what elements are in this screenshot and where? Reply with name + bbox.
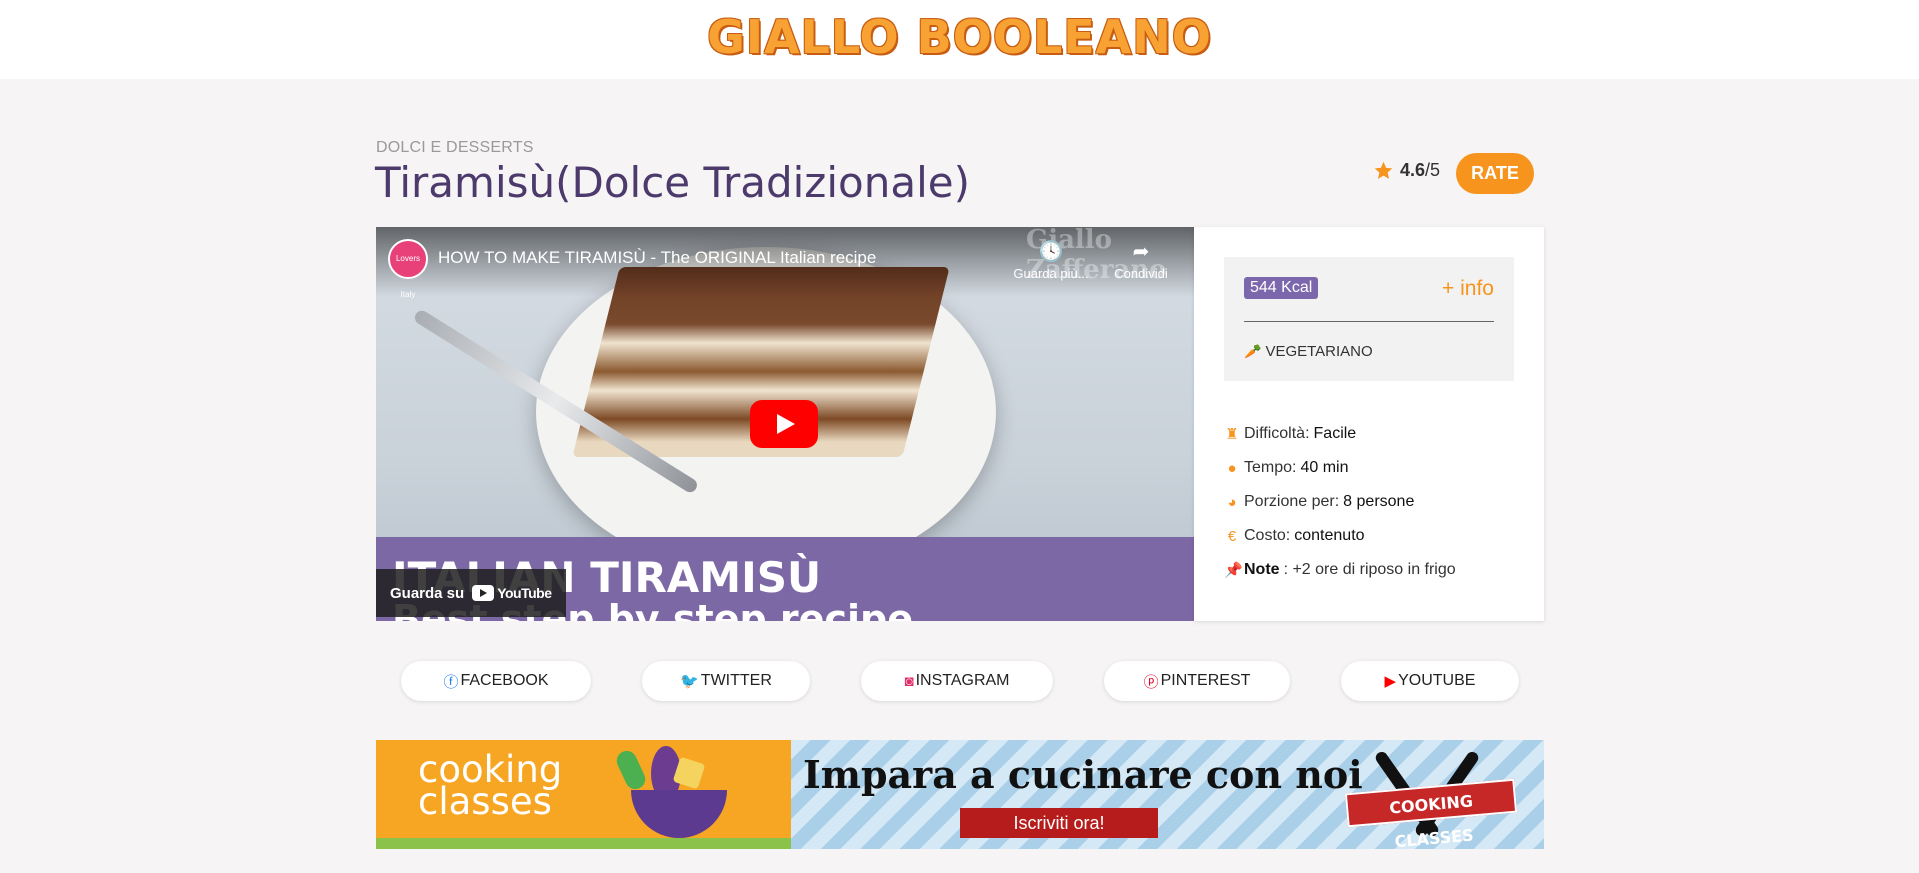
detail-difficulty: ♜ Difficoltà: Facile (1225, 425, 1357, 443)
watch-later-button[interactable]: 🕓 Guarda più... (1006, 239, 1096, 281)
subscribe-button[interactable]: Iscriviti ora! (960, 808, 1158, 838)
cooking-classes-ad-banner[interactable]: cooking classes Impara a cucinare con no… (376, 740, 1544, 849)
ad-brand-panel: cooking classes (376, 740, 791, 849)
pin-icon: 📌 (1224, 562, 1243, 579)
share-icon: ➦ (1132, 241, 1150, 263)
youtube-button[interactable]: ▶ YOUTUBE (1341, 661, 1519, 701)
ad-main-panel: Impara a cucinare con noi Iscriviti ora!… (791, 740, 1544, 849)
rating-display: 4.6/5 (1373, 160, 1440, 181)
watch-on-youtube-button[interactable]: Guarda su YouTube (376, 569, 566, 617)
instagram-button[interactable]: ◙ INSTAGRAM (861, 661, 1053, 701)
video-title[interactable]: HOW TO MAKE TIRAMISÙ - The ORIGINAL Ital… (438, 248, 876, 268)
pie-chart-icon: ◕ (1227, 493, 1237, 511)
star-icon (1374, 161, 1393, 179)
detail-cost: € Costo: contenuto (1224, 519, 1456, 553)
pinterest-icon: ⓟ (1143, 673, 1159, 691)
youtube-video-player[interactable]: Giallo Zafferano Lovers Italy HOW TO MAK… (376, 227, 1194, 621)
euro-icon: € (1227, 527, 1237, 545)
divider (1244, 321, 1494, 322)
channel-avatar[interactable]: Lovers Italy (388, 239, 428, 299)
kcal-badge: 544 Kcal (1244, 277, 1319, 299)
rating-value: 4.6 (1400, 160, 1426, 180)
clock-icon: 🕓 (1038, 241, 1064, 263)
recipe-category[interactable]: DOLCI E DESSERTS (376, 139, 534, 157)
chef-hat-icon: ♜ (1225, 426, 1239, 443)
recipe-details: ♜ Difficoltà: Facile ● Tempo: 40 min ◕ P… (1224, 417, 1456, 587)
pinterest-button[interactable]: ⓟ PINTEREST (1104, 661, 1290, 701)
top-header: GIALLO BOOLEANO (0, 0, 1919, 79)
more-info-link[interactable]: + info (1442, 277, 1494, 301)
recipe-title: Tiramisù(Dolce Tradizionale) (375, 158, 970, 207)
share-button[interactable]: ➦ Condividi (1096, 239, 1186, 281)
diet-tag: 🥕 VEGETARIANO (1244, 343, 1373, 360)
rate-button[interactable]: RATE (1456, 153, 1534, 194)
ad-brand-text: cooking classes (418, 748, 563, 823)
clock-icon: ● (1227, 459, 1237, 477)
detail-time: ● Tempo: 40 min (1224, 451, 1456, 485)
youtube-icon: ▶ (1384, 673, 1397, 690)
nutrition-box: 544 Kcal + info 🥕 VEGETARIANO (1224, 257, 1514, 381)
recipe-info-card: 544 Kcal + info 🥕 VEGETARIANO ♜ Difficol… (1194, 227, 1544, 621)
detail-servings: ◕ Porzione per: 8 persone (1224, 485, 1456, 519)
social-links: ⓕ FACEBOOK 🐦 TWITTER ◙ INSTAGRAM ⓟ PINTE… (0, 661, 1919, 701)
carrot-icon: 🥕 (1244, 343, 1262, 359)
leaf-icon (613, 747, 649, 793)
play-button[interactable] (750, 400, 818, 448)
instagram-icon: ◙ (904, 672, 914, 690)
twitter-icon: 🐦 (680, 673, 699, 690)
rating-scale: /5 (1425, 160, 1441, 180)
ad-headline: Impara a cucinare con noi (803, 752, 1363, 797)
twitter-button[interactable]: 🐦 TWITTER (642, 661, 810, 701)
site-logo[interactable]: GIALLO BOOLEANO (0, 10, 1919, 64)
facebook-icon: ⓕ (443, 673, 459, 691)
colander-icon (631, 790, 727, 838)
youtube-logo-icon: YouTube (472, 585, 552, 601)
facebook-button[interactable]: ⓕ FACEBOOK (401, 661, 591, 701)
cooking-classes-badge: COOKING CLASSES (1344, 778, 1518, 849)
detail-note: 📌 Note: +2 ore di riposo in frigo (1224, 561, 1456, 579)
